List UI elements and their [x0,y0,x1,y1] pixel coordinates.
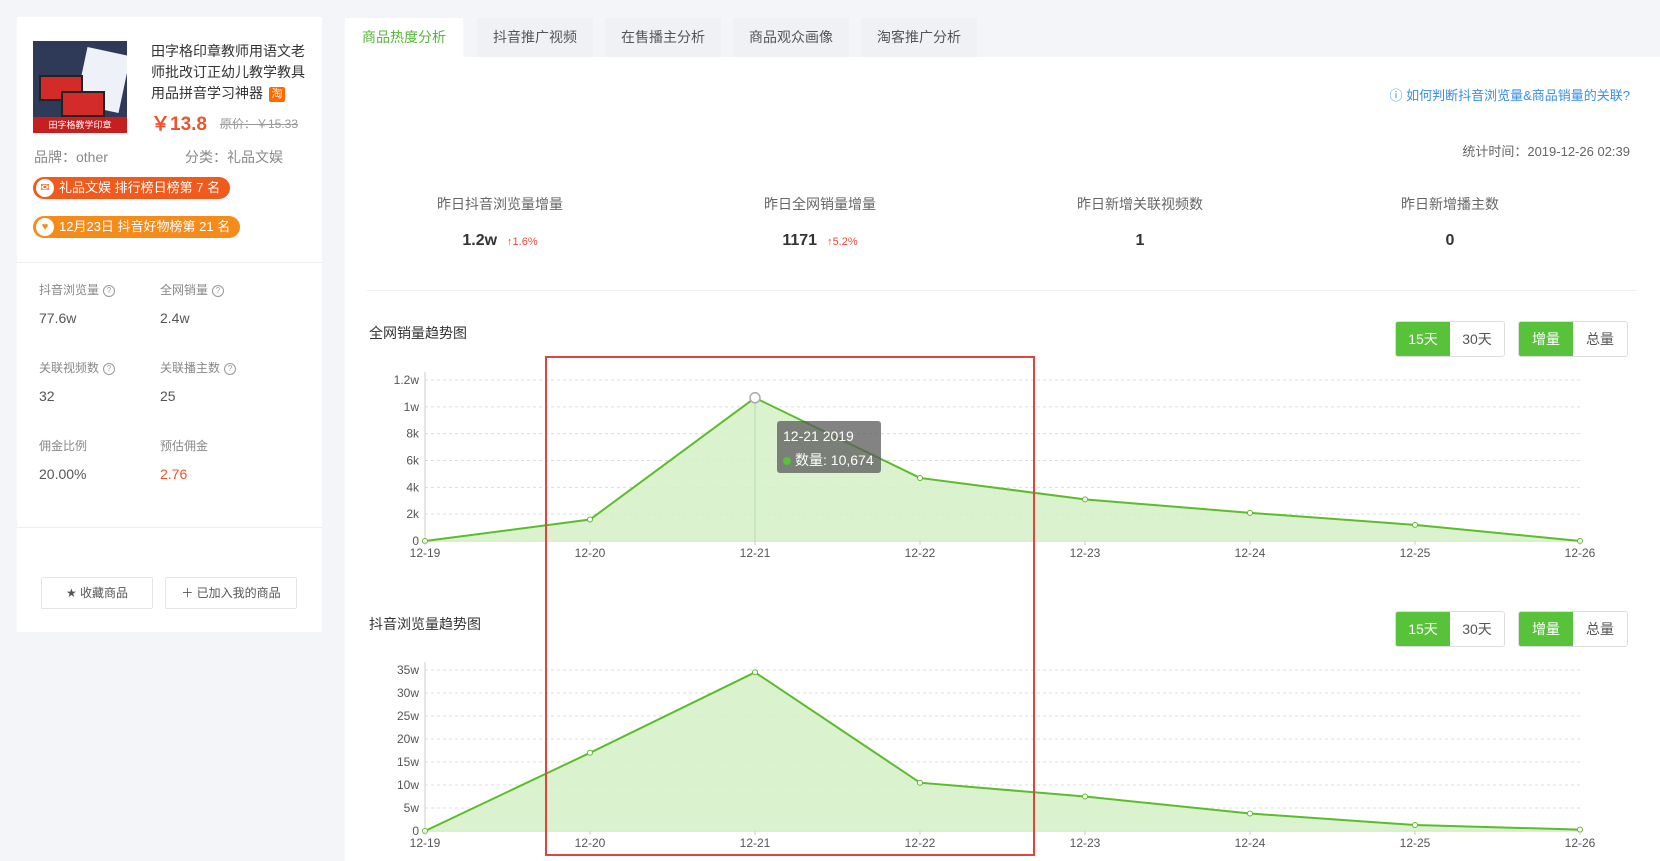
y-tick-label: 6k [406,454,420,468]
chart-tooltip: 12-21 2019 数量: 10,674 [777,421,881,473]
tooltip-value: 数量: 10,674 [795,452,874,468]
x-tick-label: 12-23 [1070,546,1101,560]
x-tick-label: 12-26 [1565,546,1596,560]
y-tick-label: 4k [406,480,420,494]
data-point [1412,521,1418,528]
x-tick-label: 12-24 [1235,546,1266,560]
x-tick-label: 12-25 [1400,546,1431,560]
x-tick-label: 12-19 [410,546,441,560]
y-tick-label: 8k [406,427,420,441]
data-point [1247,509,1253,516]
tooltip-date: 12-21 2019 [783,428,854,444]
y-tick-label: 1w [404,400,420,414]
y-tick-label: 2k [406,507,420,521]
data-point [1082,496,1088,503]
y-tick-label: 1.2w [394,373,420,387]
series-dot [783,457,791,465]
